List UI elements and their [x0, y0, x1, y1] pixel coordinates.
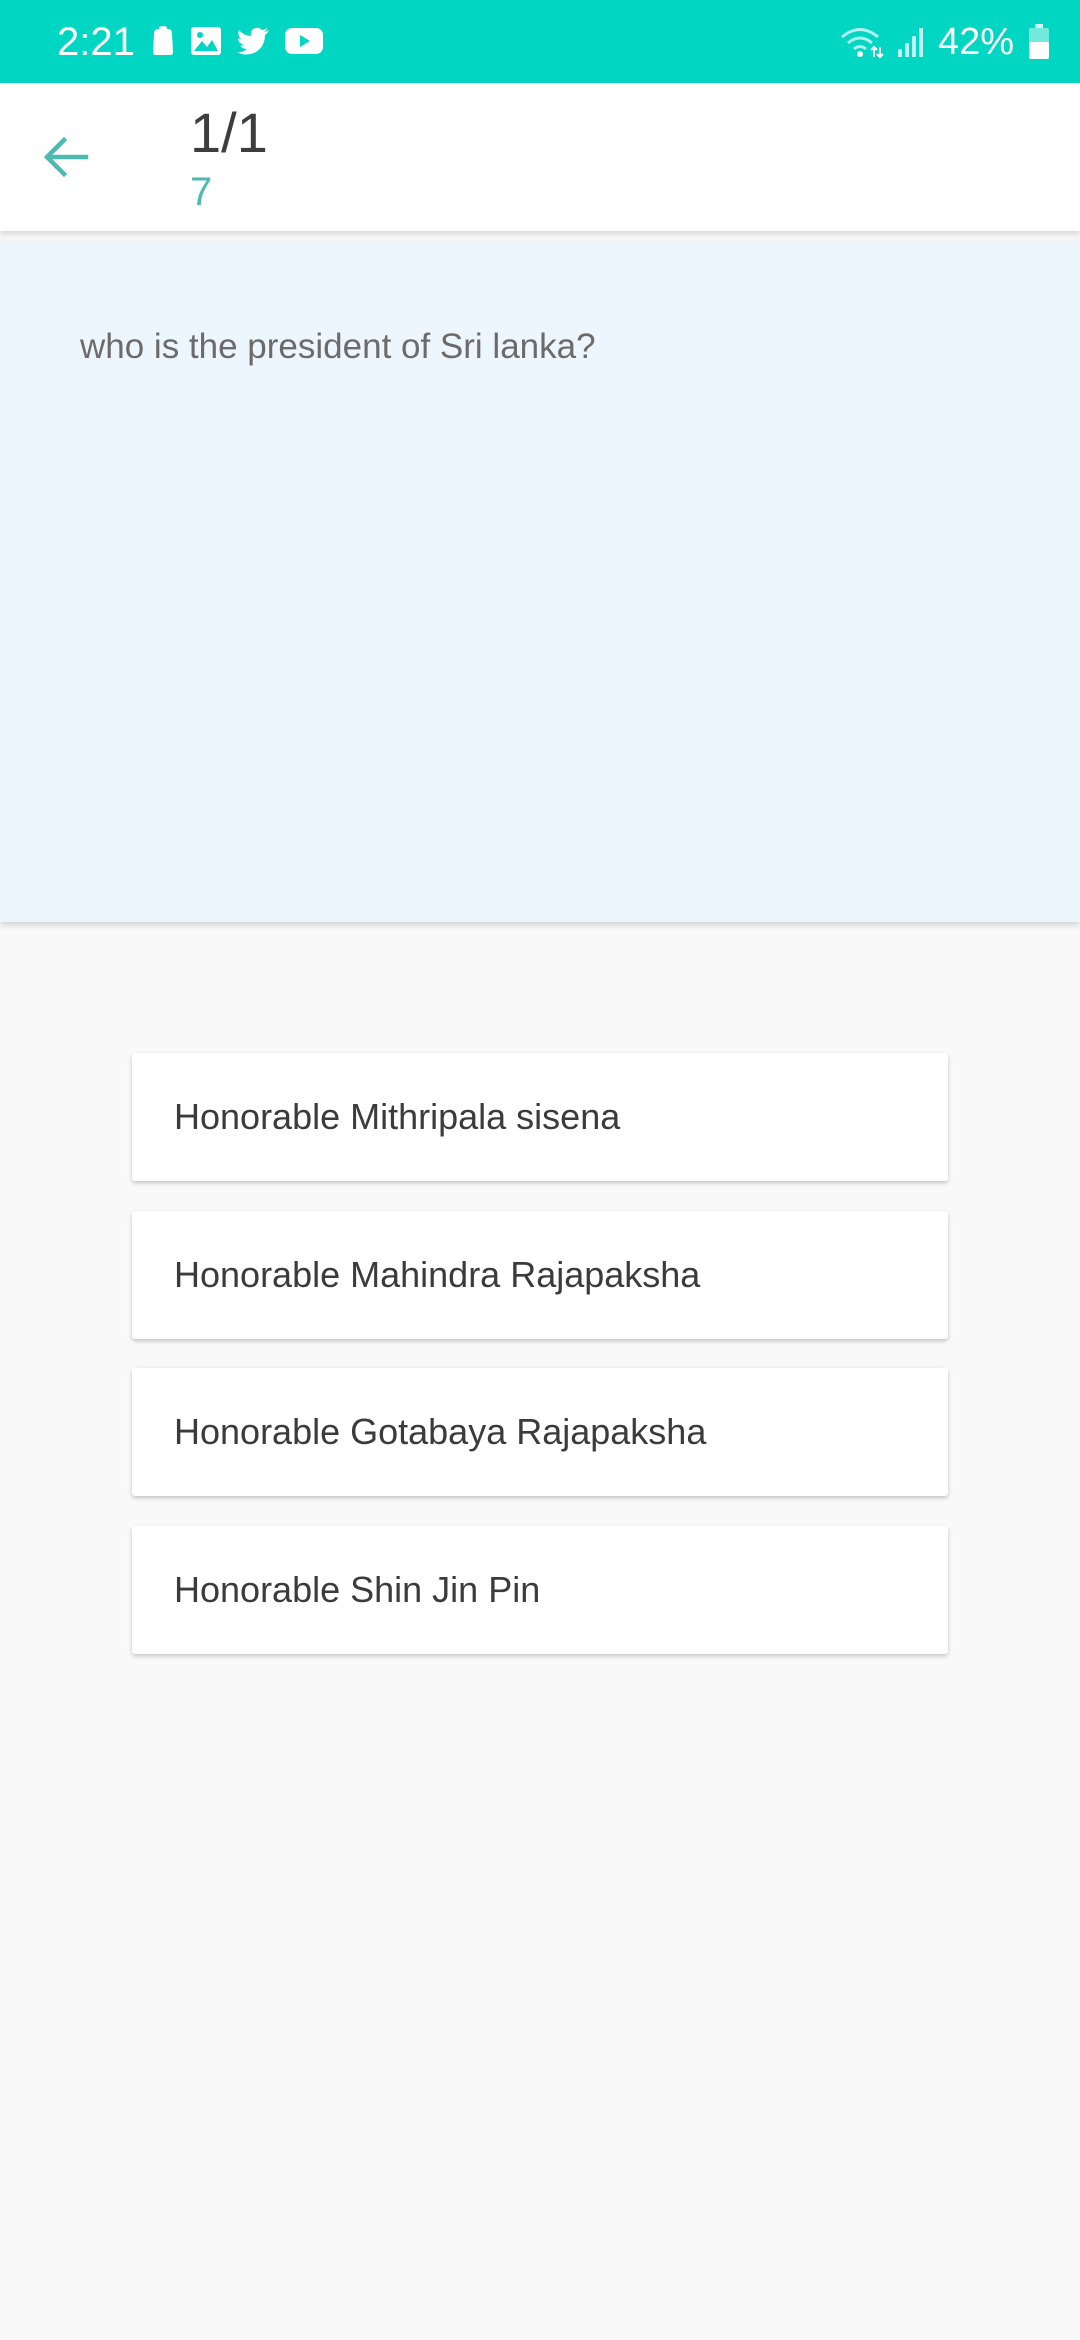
answer-option-1[interactable]: Honorable Mithripala sisena — [132, 1053, 948, 1181]
status-bar: 2:21 42% — [0, 0, 1080, 83]
status-time: 2:21 — [57, 20, 135, 64]
signal-icon — [897, 28, 923, 57]
answer-label: Honorable Shin Jin Pin — [174, 1569, 541, 1610]
answer-option-2[interactable]: Honorable Mahindra Rajapaksha — [132, 1211, 948, 1339]
youtube-icon — [285, 28, 323, 54]
status-system-icons: 42% — [840, 18, 1050, 66]
quiz-progress-title: 1/1 — [190, 101, 268, 164]
gallery-icon — [191, 27, 221, 55]
wifi-icon — [840, 28, 884, 59]
quiz-screen: 2:21 42% 1/1 7 who is the president of S… — [0, 0, 1080, 2340]
battery-percent: 42% — [937, 21, 1014, 63]
status-notification-icons — [150, 21, 338, 61]
twitter-icon — [237, 27, 269, 55]
question-card: who is the president of Sri lanka? — [0, 241, 1080, 922]
answer-label: Honorable Mahindra Rajapaksha — [174, 1254, 701, 1295]
answer-option-3[interactable]: Honorable Gotabaya Rajapaksha — [132, 1368, 948, 1496]
answer-label: Honorable Gotabaya Rajapaksha — [174, 1411, 707, 1452]
answer-label: Honorable Mithripala sisena — [174, 1096, 621, 1137]
answer-option-4[interactable]: Honorable Shin Jin Pin — [132, 1526, 948, 1654]
app-bar: 1/1 7 — [0, 83, 1080, 231]
arrow-left-icon — [43, 136, 89, 178]
question-text: who is the president of Sri lanka? — [80, 327, 596, 366]
battery-icon — [1029, 24, 1049, 59]
notification-icon — [153, 26, 173, 55]
back-button[interactable] — [30, 121, 102, 193]
quiz-subtitle: 7 — [190, 170, 213, 214]
